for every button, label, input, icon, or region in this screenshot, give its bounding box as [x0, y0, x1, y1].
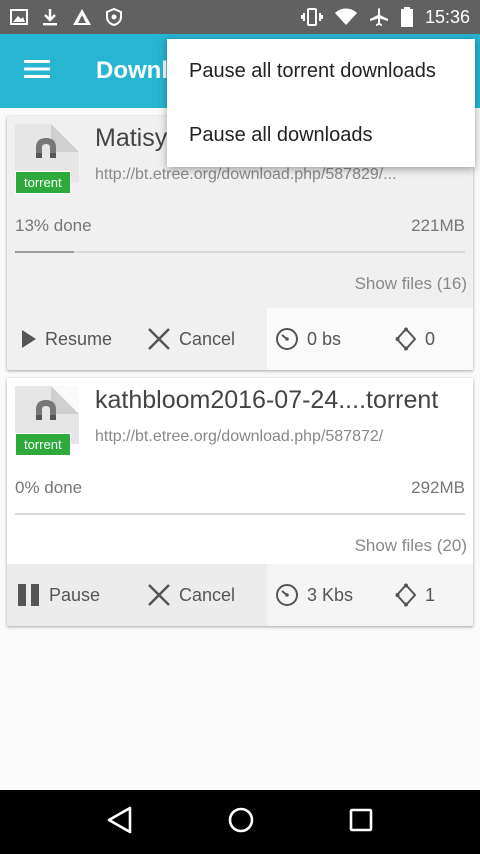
- peer-count: 1: [387, 564, 435, 626]
- cancel-button[interactable]: Cancel: [137, 308, 267, 370]
- download-url: http://bt.etree.org/download.php/587872/: [95, 428, 384, 445]
- progress-bar: [15, 251, 465, 253]
- peer-count: 0: [387, 308, 435, 370]
- show-files-link[interactable]: Show files (20): [355, 536, 467, 556]
- progress-fill: [15, 251, 74, 253]
- peers-value: 1: [425, 584, 436, 605]
- peers-icon: [395, 583, 417, 607]
- status-bar: 15:36: [0, 0, 480, 34]
- download-speed: 3 Kbs: [267, 564, 387, 626]
- file-size: 292MB: [411, 478, 465, 497]
- shield-icon: [106, 8, 122, 26]
- magnet-icon: [36, 138, 56, 158]
- speedometer-icon: [275, 583, 299, 607]
- hamburger-menu-button[interactable]: [0, 34, 74, 108]
- peers-icon: [395, 327, 417, 351]
- cancel-label: Cancel: [179, 584, 236, 605]
- overflow-menu: Pause all torrent downloads Pause all do…: [167, 39, 475, 167]
- resume-button[interactable]: Resume: [7, 308, 137, 370]
- hamburger-icon: [24, 59, 50, 84]
- app-icon: [72, 8, 92, 26]
- cancel-button[interactable]: Cancel: [137, 564, 267, 626]
- recents-icon[interactable]: [349, 808, 373, 837]
- airplane-icon: [369, 7, 389, 27]
- clock-time: 15:36: [424, 6, 470, 27]
- peers-value: 0: [425, 328, 436, 349]
- vibrate-icon: [300, 8, 323, 26]
- speed-value: 3 Kbs: [307, 584, 354, 605]
- pause-icon: [17, 583, 41, 607]
- torrent-tag: torrent: [15, 171, 71, 194]
- resume-label: Resume: [45, 328, 113, 349]
- wifi-icon: [334, 8, 357, 26]
- back-icon[interactable]: [107, 806, 133, 839]
- home-icon[interactable]: [227, 806, 255, 839]
- download-url: http://bt.etree.org/download.php/587829/…: [95, 166, 397, 183]
- navigation-bar: [0, 790, 480, 854]
- progress-text: 13% done: [15, 216, 92, 235]
- card-actions: Resume Cancel 0 bs 0: [7, 308, 473, 370]
- play-icon: [21, 329, 37, 349]
- progress-text: 0% done: [15, 478, 83, 497]
- file-size: 221MB: [411, 216, 465, 235]
- torrent-tag: torrent: [15, 433, 71, 456]
- download-title: kathbloom2016-07-24....torrent: [95, 386, 439, 414]
- battery-icon: [400, 7, 413, 27]
- menu-item-pause-all-downloads[interactable]: Pause all downloads: [167, 103, 475, 167]
- magnet-icon: [36, 400, 56, 420]
- download-icon: [42, 8, 58, 26]
- download-card[interactable]: torrent kathbloom2016-07-24....torrent h…: [7, 378, 473, 626]
- card-actions: Pause Cancel 3 Kbs 1: [7, 564, 473, 626]
- speedometer-icon: [275, 327, 299, 351]
- image-icon: [10, 9, 28, 25]
- speed-value: 0 bs: [307, 328, 342, 349]
- pause-label: Pause: [49, 584, 101, 605]
- show-files-link[interactable]: Show files (16): [355, 274, 467, 294]
- pause-button[interactable]: Pause: [7, 564, 137, 626]
- menu-item-pause-all-torrents[interactable]: Pause all torrent downloads: [167, 39, 475, 103]
- close-icon: [147, 583, 171, 607]
- close-icon: [147, 327, 171, 351]
- download-speed: 0 bs: [267, 308, 387, 370]
- cancel-label: Cancel: [179, 328, 236, 349]
- progress-bar: [15, 513, 465, 515]
